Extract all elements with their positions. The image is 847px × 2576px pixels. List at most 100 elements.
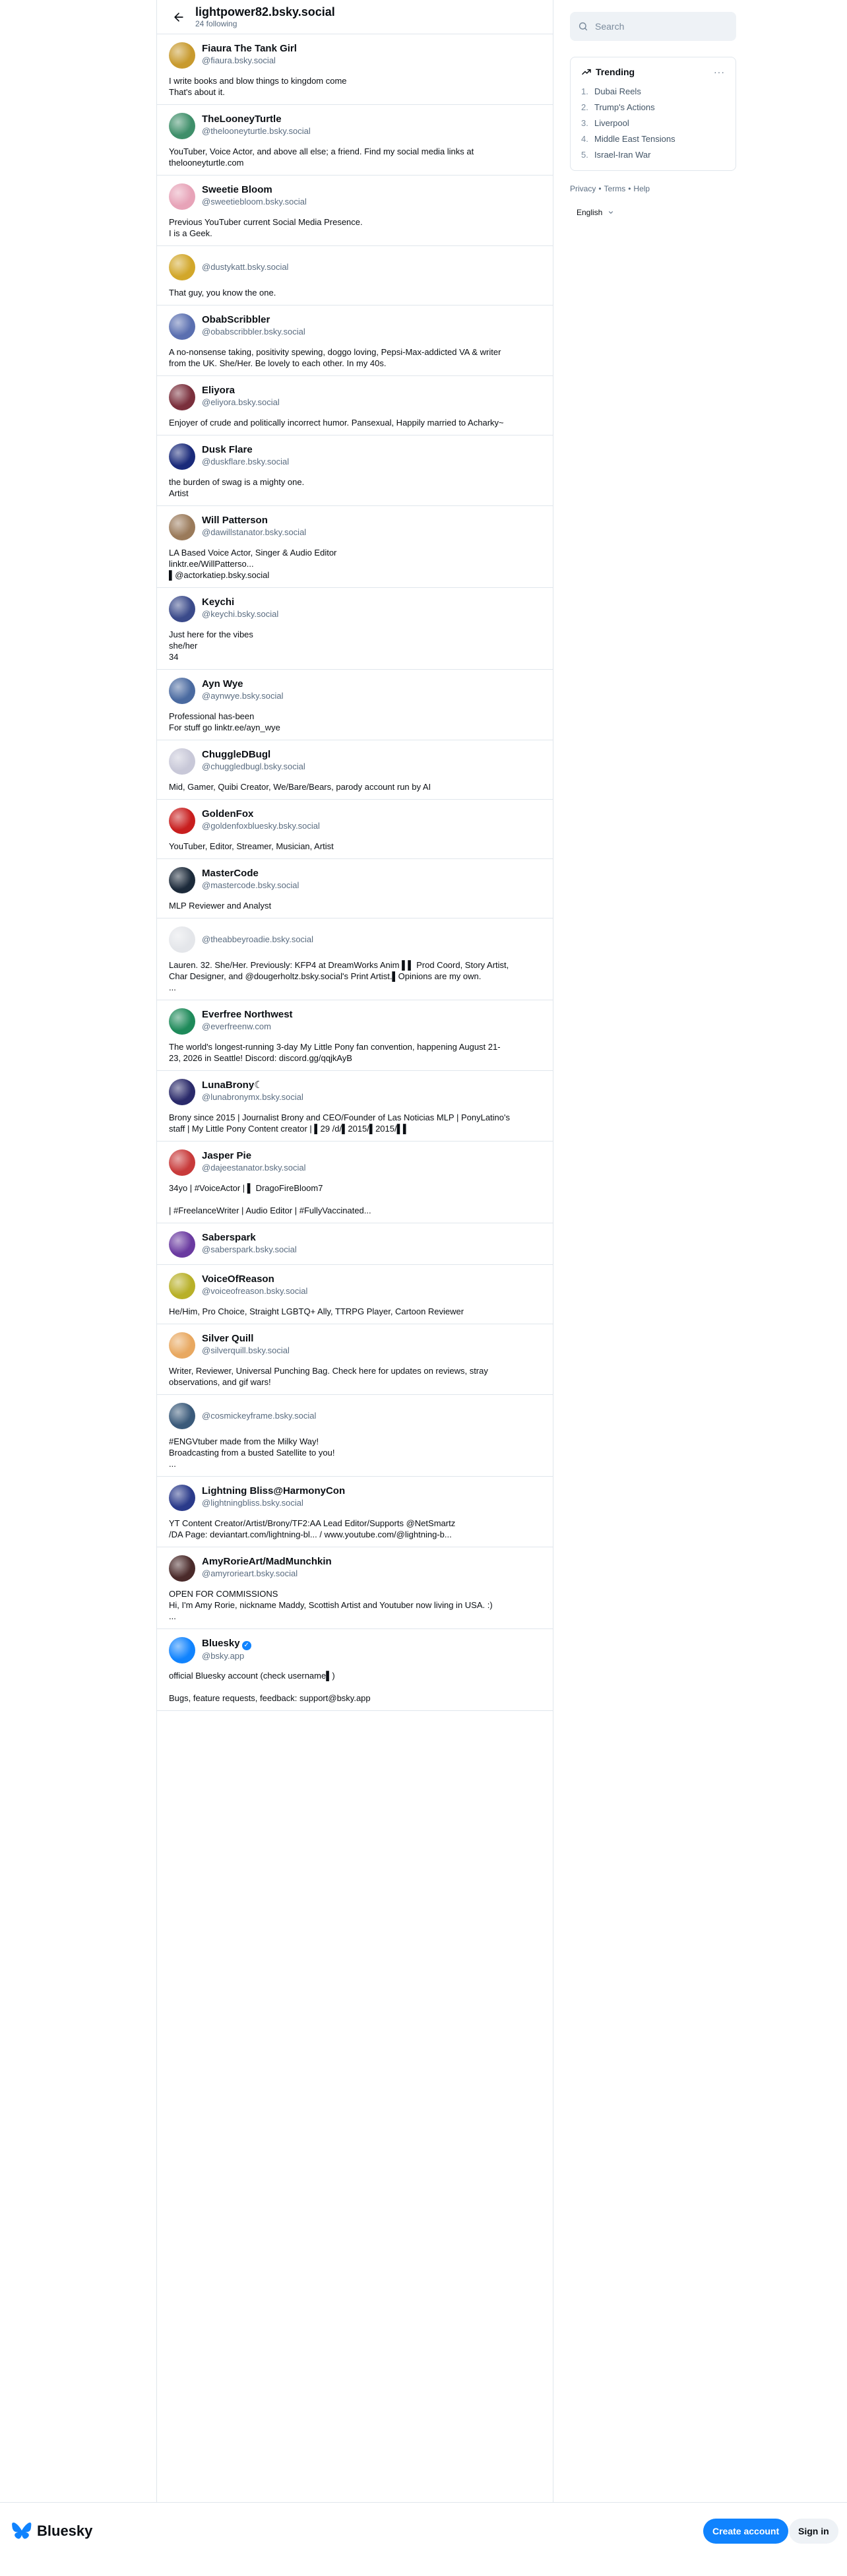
display-name[interactable]: Lightning Bliss@HarmonyCon	[202, 1485, 345, 1497]
following-column: lightpower82.bsky.social 24 following Fi…	[156, 0, 553, 2576]
follow-list-item[interactable]: @cosmickeyframe.bsky.social #ENGVtuber ma…	[157, 1395, 553, 1477]
bluesky-logo[interactable]: Bluesky	[12, 2523, 92, 2540]
follow-list-item[interactable]: TheLooneyTurtle @thelooneyturtle.bsky.soc…	[157, 105, 553, 176]
display-name[interactable]: ChuggleDBugl	[202, 749, 305, 761]
avatar[interactable]	[169, 1008, 195, 1035]
display-name[interactable]: Bluesky ✓	[202, 1638, 251, 1650]
follow-list-item[interactable]: Bluesky ✓ @bsky.app official Bluesky accoun…	[157, 1629, 553, 1711]
help-link[interactable]: Help	[633, 184, 650, 193]
display-name[interactable]: Fiaura The Tank Girl	[202, 43, 297, 55]
trending-label: Trump's Actions	[594, 102, 655, 112]
follow-list-item[interactable]: @theabbeyroadie.bsky.social Lauren. 32. S…	[157, 918, 553, 1000]
trending-item[interactable]: 5. Israel-Iran War	[581, 150, 725, 160]
follow-list-item[interactable]: Jasper Pie @dajeestanator.bsky.social 34yo…	[157, 1142, 553, 1223]
display-name[interactable]: Saberspark	[202, 1232, 297, 1244]
avatar[interactable]	[169, 1273, 195, 1299]
follow-list-item[interactable]: Keychi @keychi.bsky.social Just here for t…	[157, 588, 553, 670]
right-sidebar: Search Trending ··· 1. Dubai Reels 2. Trump…	[570, 12, 736, 217]
display-name[interactable]: LunaBrony☾	[202, 1079, 303, 1091]
handle: @keychi.bsky.social	[202, 609, 279, 619]
avatar[interactable]	[169, 1403, 195, 1429]
follow-list-item[interactable]: ObabScribbler @obabscribbler.bsky.social A…	[157, 306, 553, 376]
display-name[interactable]: Eliyora	[202, 385, 280, 397]
display-name[interactable]: MasterCode	[202, 868, 299, 880]
back-button[interactable]	[168, 6, 190, 28]
avatar[interactable]	[169, 926, 195, 953]
bio: I write books and blow things to kingdom…	[169, 76, 347, 97]
display-name[interactable]: Everfree Northwest	[202, 1009, 293, 1021]
terms-link[interactable]: Terms	[604, 184, 626, 193]
follow-list-item[interactable]: Dusk Flare @duskflare.bsky.social the burd…	[157, 435, 553, 506]
follow-list-item[interactable]: Sweetie Bloom @sweetiebloom.bsky.social Pr…	[157, 176, 553, 246]
avatar[interactable]	[169, 384, 195, 410]
follow-list-item[interactable]: @dustykatt.bsky.social That guy, you know…	[157, 246, 553, 306]
display-name[interactable]: Will Patterson	[202, 515, 306, 527]
display-name[interactable]: AmyRorieArt/MadMunchkin	[202, 1556, 332, 1568]
display-name[interactable]: GoldenFox	[202, 808, 320, 820]
handle: @obabscribbler.bsky.social	[202, 327, 305, 337]
display-name[interactable]: VoiceOfReason	[202, 1273, 307, 1285]
avatar[interactable]	[169, 1079, 195, 1105]
follow-list-item[interactable]: Saberspark @saberspark.bsky.social	[157, 1223, 553, 1265]
privacy-link[interactable]: Privacy	[570, 184, 596, 193]
display-name[interactable]: TheLooneyTurtle	[202, 113, 311, 125]
trending-item[interactable]: 1. Dubai Reels	[581, 86, 725, 96]
follow-list-item[interactable]: LunaBrony☾ @lunabronymx.bsky.social Brony …	[157, 1071, 553, 1142]
display-name[interactable]: Ayn Wye	[202, 678, 284, 690]
avatar[interactable]	[169, 1555, 195, 1582]
create-account-button[interactable]: Create account	[703, 2519, 789, 2544]
handle: @thelooneyturtle.bsky.social	[202, 126, 311, 136]
trending-rank: 4.	[581, 134, 588, 144]
display-name[interactable]: Silver Quill	[202, 1333, 290, 1345]
trending-up-icon	[582, 69, 591, 75]
avatar[interactable]	[169, 443, 195, 470]
avatar[interactable]	[169, 748, 195, 775]
search-input[interactable]: Search	[570, 12, 736, 41]
follow-list-item[interactable]: Will Patterson @dawillstanator.bsky.socia…	[157, 506, 553, 588]
follow-list-item[interactable]: MasterCode @mastercode.bsky.social MLP Rev…	[157, 859, 553, 918]
avatar[interactable]	[169, 254, 195, 280]
avatar[interactable]	[169, 1332, 195, 1359]
follow-list-item[interactable]: Ayn Wye @aynwye.bsky.social Professional h…	[157, 670, 553, 740]
language-select[interactable]: English	[577, 208, 736, 217]
bio: OPEN FOR COMMISSIONS Hi, I'm Amy Rorie, …	[169, 1589, 493, 1621]
display-name[interactable]: Keychi	[202, 596, 278, 608]
follow-list-item[interactable]: Everfree Northwest @everfreenw.com The wor…	[157, 1000, 553, 1071]
avatar[interactable]	[169, 867, 195, 893]
follow-list-item[interactable]: Lightning Bliss@HarmonyCon @lightningblis…	[157, 1477, 553, 1547]
follow-list-item[interactable]: GoldenFox @goldenfoxbluesky.bsky.social Yo…	[157, 800, 553, 859]
avatar[interactable]	[169, 113, 195, 139]
bio: #ENGVtuber made from the Milky Way! Broa…	[169, 1436, 335, 1469]
more-options-icon[interactable]: ···	[714, 67, 725, 77]
butterfly-icon	[12, 2523, 32, 2539]
avatar[interactable]	[169, 42, 195, 69]
follow-list-item[interactable]: AmyRorieArt/MadMunchkin @amyrorieart.bsky…	[157, 1547, 553, 1629]
avatar[interactable]	[169, 808, 195, 834]
trending-item[interactable]: 4. Middle East Tensions	[581, 134, 725, 144]
trending-item[interactable]: 3. Liverpool	[581, 118, 725, 128]
avatar[interactable]	[169, 1231, 195, 1258]
avatar[interactable]	[169, 183, 195, 210]
handle: @cosmickeyframe.bsky.social	[202, 1411, 317, 1421]
avatar[interactable]	[169, 678, 195, 704]
follow-list-item[interactable]: Fiaura The Tank Girl @fiaura.bsky.social I…	[157, 34, 553, 105]
follow-list-item[interactable]: VoiceOfReason @voiceofreason.bsky.social H…	[157, 1265, 553, 1324]
bio: YT Content Creator/Artist/Brony/TF2:AA L…	[169, 1518, 456, 1539]
display-name[interactable]: Jasper Pie	[202, 1150, 306, 1162]
display-name[interactable]: Dusk Flare	[202, 444, 289, 456]
follow-list-item[interactable]: Eliyora @eliyora.bsky.social Enjoyer of cr…	[157, 376, 553, 435]
display-name[interactable]: ObabScribbler	[202, 314, 305, 326]
avatar[interactable]	[169, 1637, 195, 1663]
handle: @voiceofreason.bsky.social	[202, 1286, 308, 1296]
follow-list-item[interactable]: Silver Quill @silverquill.bsky.social Writ…	[157, 1324, 553, 1395]
display-name[interactable]: Sweetie Bloom	[202, 184, 307, 196]
avatar[interactable]	[169, 596, 195, 622]
handle: @duskflare.bsky.social	[202, 457, 290, 467]
follow-list-item[interactable]: ChuggleDBugl @chuggledbugl.bsky.social Mid…	[157, 740, 553, 800]
avatar[interactable]	[169, 1485, 195, 1511]
avatar[interactable]	[169, 514, 195, 540]
sign-in-button[interactable]: Sign in	[789, 2519, 838, 2544]
avatar[interactable]	[169, 1149, 195, 1176]
trending-item[interactable]: 2. Trump's Actions	[581, 102, 725, 112]
avatar[interactable]	[169, 313, 195, 340]
